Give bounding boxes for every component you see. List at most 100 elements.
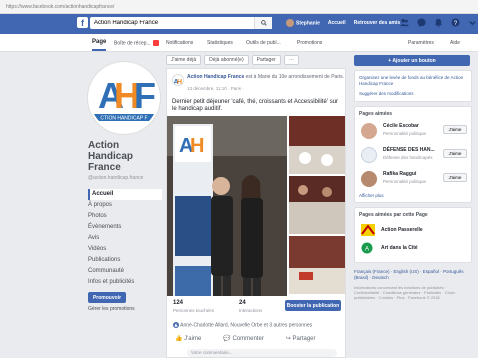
see-all-link[interactable]: Afficher plus	[359, 193, 467, 198]
share-page-button[interactable]: Partager	[251, 55, 281, 65]
liked-page-item[interactable]: Cécile Escobar Personnalité politique J'…	[359, 121, 467, 145]
share-label: Partager	[292, 336, 316, 342]
chevron-down-icon[interactable]	[468, 18, 477, 27]
help-icon[interactable]: ?	[451, 18, 460, 27]
right-sidebar: + Ajouter un bouton Organisez une levée …	[354, 55, 472, 300]
favorite-page-name[interactable]: Action Passerelle	[381, 227, 423, 233]
post-author-name[interactable]: Action Handicap France	[187, 74, 244, 80]
page-nav-item-posts[interactable]: Publications	[88, 255, 162, 266]
avatar[interactable]	[361, 171, 377, 187]
avatar[interactable]	[361, 123, 377, 139]
facebook-logo-icon[interactable]: f	[77, 17, 88, 28]
page-profile-picture[interactable]: A H F CTION HANDICAP F	[88, 62, 160, 134]
comment-input[interactable]: Votre commentaire...	[187, 349, 337, 357]
tab-help[interactable]: Aide	[450, 40, 460, 46]
post-photo-2[interactable]	[289, 116, 345, 174]
favorite-page-item[interactable]: Action Passerelle	[359, 222, 467, 240]
friend-requests-icon[interactable]	[400, 18, 409, 27]
notifications-icon[interactable]	[434, 18, 443, 27]
tab-notifications[interactable]: Notifications	[166, 40, 193, 46]
promote-button[interactable]: Promouvoir	[88, 292, 126, 303]
reactions-summary[interactable]: Anne-Charlotte Allard, Nouvelle Orbe et …	[173, 322, 312, 328]
like-label: J'aime	[184, 336, 202, 342]
fundraiser-box: Organisez une levée de fonds au bénéfice…	[354, 70, 472, 102]
like-page-button[interactable]: J'aime	[443, 173, 467, 182]
reach-label: Personnes touchées	[173, 308, 215, 313]
tab-insights[interactable]: Statistiques	[207, 40, 233, 46]
legal-footer[interactable]: Informations concernant les fonctions de…	[354, 285, 472, 300]
tab-inbox[interactable]: Boîte de récep...	[114, 40, 159, 46]
comment-label: Commenter	[232, 336, 264, 342]
share-button[interactable]: ↪ Partager	[286, 335, 316, 342]
inbox-badge	[152, 40, 159, 46]
boost-post-button[interactable]: Booster la publication	[285, 300, 341, 311]
liked-page-desc: Personnalité politique	[383, 131, 427, 136]
tab-settings[interactable]: Paramètres	[408, 40, 434, 46]
art-dans-la-cite-logo-icon: A	[361, 242, 373, 254]
post-timestamp[interactable]: 13 décembre, 11:10 · Paris ·	[187, 86, 244, 91]
page-nav-item-about[interactable]: À propos	[88, 200, 162, 211]
comment-button[interactable]: 💬 Commenter	[223, 335, 263, 342]
post-photo-3[interactable]	[289, 176, 345, 234]
following-button[interactable]: Déjà abonné(e)	[204, 55, 249, 65]
reach-count: 124	[173, 300, 184, 306]
liked-page-name[interactable]: Cécile Escobar	[383, 123, 419, 129]
tab-promotions[interactable]: Promotions	[297, 40, 322, 46]
liked-page-desc: Personnalité politique	[383, 179, 427, 184]
page-nav-item-events[interactable]: Évènements	[88, 222, 162, 233]
messenger-icon[interactable]	[417, 18, 426, 27]
like-page-button[interactable]: J'aime	[443, 125, 467, 134]
search-box[interactable]	[90, 17, 272, 29]
avatar[interactable]	[361, 147, 377, 163]
page-nav-item-photos[interactable]: Photos	[88, 211, 162, 222]
more-options-button[interactable]: ···	[283, 55, 299, 65]
favorite-page-item[interactable]: A Art dans la Cité	[359, 240, 467, 258]
suggest-edits-link[interactable]: Suggérer des modifications	[359, 91, 467, 97]
page-nav-item-community[interactable]: Communauté	[88, 266, 162, 277]
svg-text:H: H	[190, 135, 204, 157]
action-passerelle-logo-icon	[361, 224, 375, 236]
liked-pages-box: Pages aimées Cécile Escobar Personnalité…	[354, 106, 472, 203]
liked-page-item[interactable]: DÉFENSE DES HAN... Défense des handicapé…	[359, 145, 467, 169]
tab-inbox-label: Boîte de récep...	[114, 40, 151, 47]
svg-text:?: ?	[454, 20, 458, 27]
page-handle[interactable]: @action.handicap.france	[88, 175, 162, 181]
page-action-bar: J'aime déjà Déjà abonné(e) Partager ···	[166, 55, 299, 65]
page-nav-item-reviews[interactable]: Avis	[88, 233, 162, 244]
add-button[interactable]: + Ajouter un bouton	[354, 55, 470, 66]
post-text: Dernier petit déjeuner 'café, thé, crois…	[172, 99, 339, 112]
page-nav-item-home[interactable]: Accueil	[88, 189, 162, 200]
liked-page-name[interactable]: DÉFENSE DES HAN...	[383, 147, 435, 153]
browser-url-bar[interactable]: https://www.facebook.com/actionhandicapf…	[0, 0, 478, 14]
liked-page-item[interactable]: Rafika Raggui Personnalité politique J'a…	[359, 169, 467, 193]
tab-publishing-tools[interactable]: Outils de publ...	[246, 40, 281, 46]
user-name: Stephanie	[296, 20, 320, 27]
search-input[interactable]	[90, 20, 250, 26]
manage-promotions-link[interactable]: Gérer les promotions	[88, 306, 162, 312]
search-button[interactable]	[254, 17, 272, 29]
liked-button[interactable]: J'aime déjà	[166, 55, 202, 65]
reactors-text: Anne-Charlotte Allard, Nouvelle Orbe et …	[180, 322, 313, 329]
post-photo-4[interactable]	[289, 236, 345, 294]
fundraiser-link[interactable]: Organisez une levée de fonds au bénéfice…	[359, 75, 467, 87]
tab-page[interactable]: Page	[92, 39, 107, 51]
post-author-avatar[interactable]: AH	[172, 74, 184, 86]
favorite-page-name[interactable]: Art dans la Cité	[381, 245, 418, 251]
svg-text:CTION HANDICAP F: CTION HANDICAP F	[100, 116, 147, 122]
like-button[interactable]: 👍 J'aime	[175, 335, 201, 342]
page-management-tabs: Page Boîte de récep... Notifications Sta…	[0, 34, 478, 52]
liked-page-name[interactable]: Rafika Raggui	[383, 171, 416, 177]
post-author[interactable]: Action Handicap France est à Marie du 10…	[187, 74, 344, 80]
page-nav-item-info-ads[interactable]: Infos et publicités	[88, 277, 162, 288]
url-text[interactable]: https://www.facebook.com/actionhandicapf…	[6, 4, 114, 10]
action-handicap-logo-icon: A H F CTION HANDICAP F	[92, 75, 156, 122]
language-selector[interactable]: Français (France) · English (US) · Españ…	[354, 269, 464, 280]
like-page-button[interactable]: J'aime	[443, 149, 467, 158]
page-nav-item-videos[interactable]: Vidéos	[88, 244, 162, 255]
profile-link[interactable]: Stephanie	[286, 19, 320, 27]
find-friends-link[interactable]: Retrouver des amis	[354, 20, 400, 26]
home-link[interactable]: Accueil	[328, 20, 346, 26]
avatar	[286, 19, 294, 27]
liked-pages-title: Pages aimées	[359, 111, 393, 117]
page-title[interactable]: Action Handicap France	[88, 140, 162, 173]
